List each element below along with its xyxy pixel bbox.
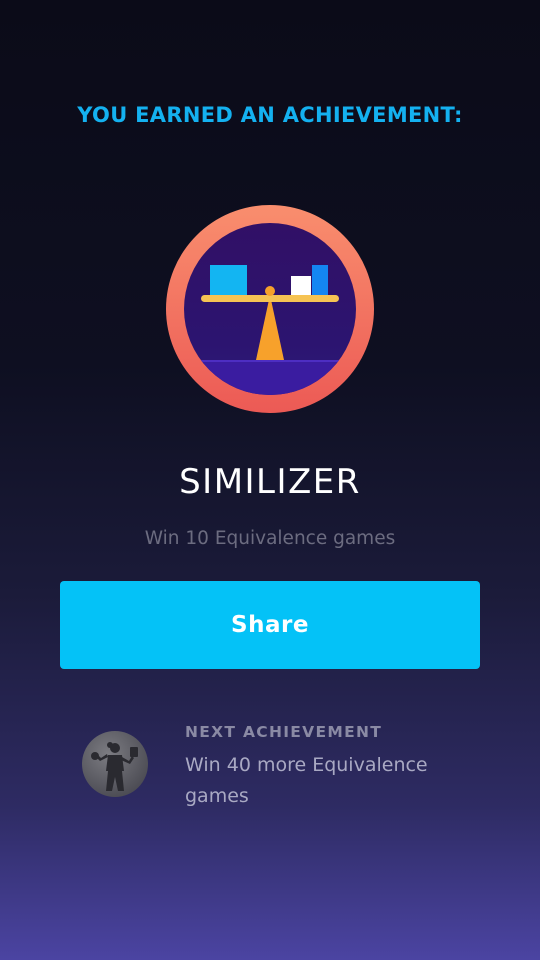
- achievement-description: Win 10 Equivalence games: [144, 528, 396, 549]
- next-achievement-label: NEXT ACHIEVEMENT: [185, 723, 383, 741]
- next-achievement-description: Win 40 more Equivalence games: [185, 754, 428, 807]
- achievement-screen: YOU EARNED AN ACHIEVEMENT: SIMILIZER Win…: [0, 0, 540, 960]
- share-button[interactable]: Share: [60, 581, 480, 669]
- achievement-title: SIMILIZER: [179, 462, 361, 502]
- earned-heading: YOU EARNED AN ACHIEVEMENT:: [77, 103, 463, 127]
- balance-scale-icon: [166, 205, 374, 413]
- person-juggling-icon: [82, 731, 148, 797]
